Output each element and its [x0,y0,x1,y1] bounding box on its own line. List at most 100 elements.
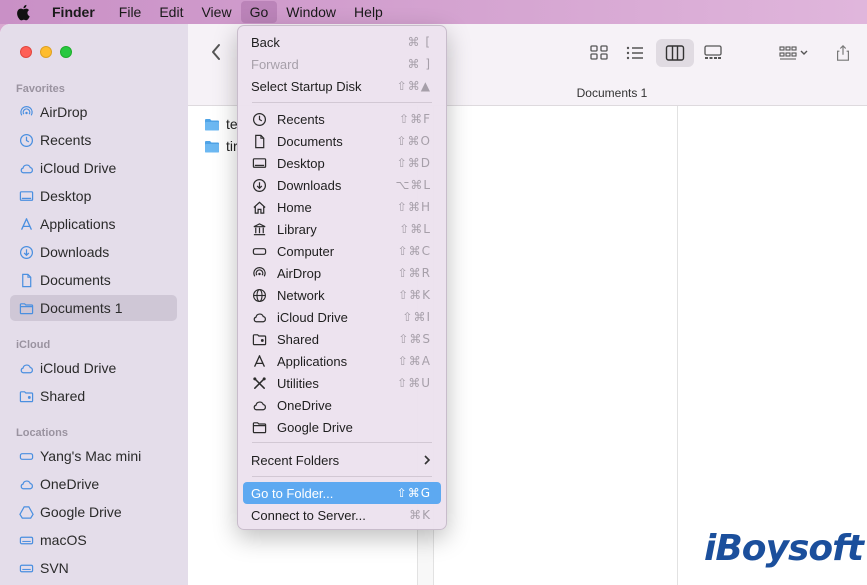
menu-item-desktop[interactable]: Desktop ⇧⌘D [243,152,441,174]
menu-item-back[interactable]: Back ⌘ [ [243,31,441,53]
cloud-icon [18,476,34,492]
menu-item-downloads[interactable]: Downloads ⌥⌘L [243,174,441,196]
icon-view-button[interactable] [580,39,618,67]
close-button[interactable] [20,46,32,58]
sidebar-item-label: SVN [40,560,69,576]
apple-menu-icon[interactable] [16,3,34,21]
sidebar-item-label: Documents 1 [40,300,123,316]
airdrop-icon [251,265,267,281]
file-row[interactable]: tir [204,136,238,156]
sidebar-item-airdrop[interactable]: AirDrop [10,99,177,125]
menu-item-label: Network [277,287,325,303]
menu-file[interactable]: File [110,0,151,24]
list-view-button[interactable] [616,39,654,67]
sidebar-item-desktop[interactable]: Desktop [10,183,177,209]
menu-separator [252,442,432,443]
menu-edit[interactable]: Edit [150,0,192,24]
menu-item-label: Utilities [277,375,319,391]
window-controls [20,46,72,58]
sidebar-item-label: macOS [40,532,87,548]
menu-item-shortcut: ⇧⌘K [398,288,431,302]
gallery-view-button[interactable] [694,39,732,67]
menu-item-airdrop[interactable]: AirDrop ⇧⌘R [243,262,441,284]
menu-help[interactable]: Help [345,0,392,24]
back-button[interactable] [208,42,224,62]
menu-item-google-drive[interactable]: Google Drive [243,416,441,438]
sidebar-item-macos[interactable]: macOS [10,527,177,553]
menu-item-home[interactable]: Home ⇧⌘H [243,196,441,218]
sidebar-item-onedrive[interactable]: OneDrive [10,471,177,497]
menu-item-shortcut: ⌘ ] [407,57,431,71]
menu-item-label: Recents [277,111,325,127]
clock-icon [251,111,267,127]
cloud-icon [18,160,34,176]
share-button[interactable] [824,39,862,67]
menu-item-go-to-folder[interactable]: Go to Folder... ⇧⌘G [243,482,441,504]
menu-item-shortcut: ⇧⌘D [396,156,431,170]
menu-item-documents[interactable]: Documents ⇧⌘O [243,130,441,152]
menu-finder[interactable]: Finder [52,0,104,24]
home-icon [251,199,267,215]
menu-item-label: iCloud Drive [277,309,348,325]
menu-item-shortcut: ⌥⌘L [395,178,431,192]
sidebar-item-icloud-drive[interactable]: iCloud Drive [10,155,177,181]
column-view-button[interactable] [656,39,694,67]
sidebar-item-documents[interactable]: Documents [10,267,177,293]
sidebar-item-label: iCloud Drive [40,160,117,176]
desktop-icon [18,188,34,204]
sidebar-item-shared[interactable]: Shared [10,383,177,409]
menu-go[interactable]: Go [240,1,278,23]
menu-item-shortcut: ⇧⌘F [399,112,431,126]
menu-view[interactable]: View [192,0,240,24]
menu-item-recents[interactable]: Recents ⇧⌘F [243,108,441,130]
file-row[interactable]: te [204,114,238,134]
sidebar-item-label: Yang's Mac mini [40,448,142,464]
go-menu: Back ⌘ [ Forward ⌘ ] Select Startup Disk… [237,25,447,530]
sidebar-item-yang-s-mac-mini[interactable]: Yang's Mac mini [10,443,177,469]
sidebar-item-google-drive[interactable]: Google Drive [10,499,177,525]
menu-item-shortcut: ⇧⌘G [396,486,431,500]
menu-item-library[interactable]: Library ⇧⌘L [243,218,441,240]
menu-item-computer[interactable]: Computer ⇧⌘C [243,240,441,262]
menu-item-applications[interactable]: Applications ⇧⌘A [243,350,441,372]
group-by-button[interactable] [772,39,816,67]
sidebar-item-label: Shared [40,388,86,404]
menu-item-select-startup-disk[interactable]: Select Startup Disk ⇧⌘▲ [243,75,441,97]
cloud-icon [18,360,34,376]
library-icon [251,221,267,237]
grid-icon [590,45,608,60]
folder-icon [205,118,219,130]
sidebar-item-label: Downloads [40,244,110,260]
menu-window[interactable]: Window [277,0,345,24]
zoom-button[interactable] [60,46,72,58]
download-icon [251,177,267,193]
menu-item-utilities[interactable]: Utilities ⇧⌘U [243,372,441,394]
menu-item-network[interactable]: Network ⇧⌘K [243,284,441,306]
computer-icon [251,243,267,259]
column-2 [434,106,678,585]
minimize-button[interactable] [40,46,52,58]
sidebar-item-label: AirDrop [40,104,88,120]
download-icon [18,244,34,260]
menu-item-label: Recent Folders [251,452,340,468]
menu-item-shared[interactable]: Shared ⇧⌘S [243,328,441,350]
sidebar-item-svn[interactable]: SVN [10,555,177,581]
share-icon [837,44,849,61]
menu-item-connect-to-server[interactable]: Connect to Server... ⌘K [243,504,441,526]
sidebar-item-icloud-drive[interactable]: iCloud Drive [10,355,177,381]
menu-item-onedrive[interactable]: OneDrive [243,394,441,416]
sidebar-item-applications[interactable]: Applications [10,211,177,237]
menu-item-icloud-drive[interactable]: iCloud Drive ⇧⌘I [243,306,441,328]
favorites-label: Favorites [16,83,65,95]
menu-item-shortcut: ⇧⌘C [397,244,431,258]
menu-item-shortcut: ⇧⌘A [397,354,431,368]
menu-item-recent-folders[interactable]: Recent Folders [243,449,441,471]
menu-item-label: Forward [251,56,299,72]
menu-item-label: Back [251,34,280,50]
menu-item-shortcut: ⇧⌘S [398,332,431,346]
sidebar-item-recents[interactable]: Recents [10,127,177,153]
sidebar-item-documents-1[interactable]: Documents 1 [10,295,177,321]
sidebar-item-downloads[interactable]: Downloads [10,239,177,265]
sidebar-item-label: Recents [40,132,92,148]
sidebar-item-label: OneDrive [40,476,100,492]
